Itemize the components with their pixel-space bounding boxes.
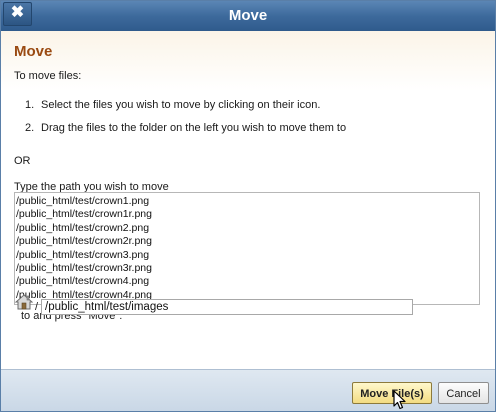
root-slash: / [35, 301, 39, 313]
paths-textarea[interactable]: /public_html/test/crown1.png /public_htm… [14, 192, 480, 305]
dialog-footer: Move File(s) Cancel [1, 369, 495, 411]
intro-text: To move files: [14, 70, 82, 82]
page-heading: Move [14, 43, 53, 60]
destination-path-input[interactable] [41, 299, 413, 315]
path-line: /public_html/test/crown3r.png [16, 262, 152, 275]
dialog-body: Move To move files: 1. Select the files y… [1, 31, 495, 369]
step-number: 1. [25, 99, 35, 111]
path-line: /public_html/test/crown2r.png [16, 235, 152, 248]
path-line: /public_html/test/crown1.png [16, 195, 150, 207]
path-line: /public_html/test/crown4.png [16, 275, 150, 288]
title-bar: ✖ Move [1, 1, 495, 31]
move-files-button[interactable]: Move File(s) [352, 382, 432, 404]
step-item: 2. Drag the files to the folder on the le… [25, 122, 346, 134]
cancel-button[interactable]: Cancel [438, 382, 489, 404]
move-dialog: ✖ Move Move To move files: 1. Select the … [0, 0, 496, 412]
step-item: 1. Select the files you wish to move by c… [25, 99, 320, 111]
mouse-pointer-icon [393, 390, 406, 410]
path-line: /public_html/test/crown2.png [16, 221, 150, 234]
step-text: Drag the files to the folder on the left… [41, 122, 347, 134]
home-folder-icon[interactable] [15, 294, 33, 310]
step-number: 2. [25, 122, 35, 134]
or-label: OR [14, 155, 31, 167]
step-text: Select the files you wish to move by cli… [41, 99, 321, 111]
path-line: /public_html/test/crown1r.png [16, 208, 152, 221]
dialog-title: Move [228, 7, 268, 24]
path-line: /public_html/test/crown3.png [16, 248, 150, 261]
